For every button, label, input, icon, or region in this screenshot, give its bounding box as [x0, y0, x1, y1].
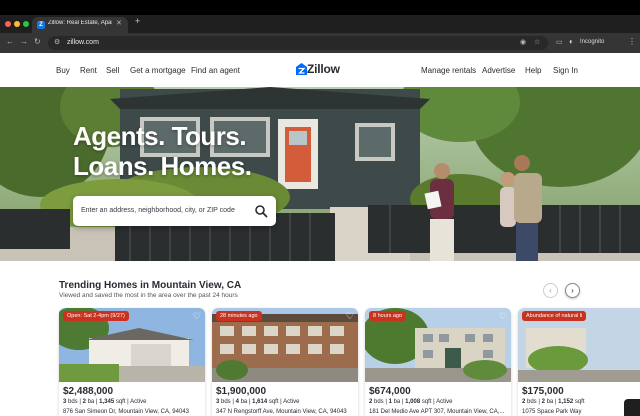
favorite-heart-icon[interactable]: ♡: [346, 311, 354, 322]
listing-address: 876 San Simeon Dr, Mountain View, CA, 94…: [63, 409, 189, 415]
listing-photo[interactable]: Open: Sat 2-4pm (9/27) ♡: [59, 308, 205, 382]
search-icon[interactable]: [254, 204, 268, 218]
back-icon[interactable]: ←: [6, 37, 14, 46]
incognito-icon: ◐: [569, 37, 574, 46]
new-tab-icon[interactable]: +: [135, 16, 140, 26]
listing-facts: 2 bds | 2 ba | 1,152 sqft: [522, 399, 585, 405]
favorite-heart-icon[interactable]: ♡: [499, 311, 507, 322]
zillow-page: Buy Rent Sell Get a mortgage Find an age…: [0, 53, 640, 416]
listing-badge: Open: Sat 2-4pm (9/27): [63, 311, 129, 321]
close-window-button[interactable]: [5, 21, 11, 27]
browser-menu-icon[interactable]: ⋮: [628, 37, 636, 46]
browser-tab-zillow[interactable]: Z Zillow: Real Estate, Apartments ✕: [32, 17, 128, 33]
carousel-prev-button[interactable]: ‹: [543, 283, 558, 298]
nav-manage-rentals[interactable]: Manage rentals: [421, 66, 476, 75]
chat-widget-button[interactable]: [624, 399, 640, 416]
side-panel-icon[interactable]: ▭: [556, 38, 563, 46]
nav-rent[interactable]: Rent: [80, 66, 97, 75]
minimize-window-button[interactable]: [14, 21, 20, 27]
listing-facts: 2 bds | 1 ba | 1,008 sqft | Active: [369, 399, 453, 405]
listing-facts: 3 bds | 2 ba | 1,345 sqft | Active: [63, 399, 147, 405]
listing-price: $1,900,000: [216, 386, 267, 397]
trending-section-subtitle: Viewed and saved the most in the area ov…: [59, 292, 238, 299]
hero-title-line2: Loans. Homes.: [73, 151, 252, 181]
nav-get-a-mortgage[interactable]: Get a mortgage: [130, 66, 186, 75]
url-text: zillow.com: [67, 39, 99, 46]
nav-find-an-agent[interactable]: Find an agent: [191, 66, 240, 75]
listing-price: $674,000: [369, 386, 411, 397]
screen: Z Zillow: Real Estate, Apartments ✕ + ← …: [0, 0, 640, 416]
listing-card[interactable]: 8 hours ago ♡ $674,000 2 bds | 1 ba | 1,…: [365, 308, 511, 416]
site-info-icon[interactable]: ⚙: [54, 38, 60, 46]
listing-card[interactable]: 28 minutes ago ♡ $1,900,000 3 bds | 4 ba…: [212, 308, 358, 416]
maximize-window-button[interactable]: [23, 21, 29, 27]
listing-card[interactable]: Abundance of natural li $175,000 2 bds |…: [518, 308, 640, 416]
carousel-next-button[interactable]: ›: [565, 283, 580, 298]
site-header: Buy Rent Sell Get a mortgage Find an age…: [0, 53, 640, 87]
eye-off-icon[interactable]: ◉: [520, 38, 526, 46]
zillow-logo-icon: [296, 63, 307, 75]
chevron-right-icon: ›: [571, 286, 574, 295]
bookmark-star-icon[interactable]: ☆: [534, 38, 540, 46]
zillow-favicon-icon: Z: [37, 21, 45, 29]
nav-sell[interactable]: Sell: [106, 66, 119, 75]
listing-address: 181 Del Medio Ave APT 307, Mountain View…: [369, 409, 505, 415]
listing-address: 347 N Rengstorff Ave, Mountain View, CA,…: [216, 409, 347, 415]
browser-tab-bar: Z Zillow: Real Estate, Apartments ✕ +: [0, 15, 640, 33]
reload-icon[interactable]: ↻: [34, 37, 41, 46]
forward-icon[interactable]: →: [20, 37, 28, 46]
favorite-heart-icon[interactable]: ♡: [193, 311, 201, 322]
listing-price: $175,000: [522, 386, 564, 397]
listing-photo[interactable]: 8 hours ago ♡: [365, 308, 511, 382]
listing-card[interactable]: Open: Sat 2-4pm (9/27) ♡ $2,488,000 3 bd…: [59, 308, 205, 416]
listing-facts: 3 bds | 4 ba | 1,614 sqft | Active: [216, 399, 300, 405]
browser-toolbar: ← → ↻ ⚙ zillow.com ◉ ☆ ▭ ◐ Incognito ⋮: [0, 33, 640, 53]
os-top-strip: [0, 0, 640, 15]
trending-section-title: Trending Homes in Mountain View, CA: [59, 280, 242, 291]
chevron-left-icon: ‹: [549, 286, 552, 295]
nav-buy[interactable]: Buy: [56, 66, 70, 75]
search-input[interactable]: Enter an address, neighborhood, city, or…: [81, 207, 235, 214]
tab-title: Zillow: Real Estate, Apartments: [48, 20, 112, 26]
listing-badge: 28 minutes ago: [216, 311, 262, 321]
listing-badge: 8 hours ago: [369, 311, 407, 321]
listing-badge: Abundance of natural li: [522, 311, 587, 321]
listing-price: $2,488,000: [63, 386, 114, 397]
nav-advertise[interactable]: Advertise: [482, 66, 515, 75]
nav-sign-in[interactable]: Sign In: [553, 66, 578, 75]
listing-address: 1075 Space Park Way: [522, 409, 582, 415]
hero-banner: Agents. Tours. Loans. Homes. Enter an ad…: [0, 87, 640, 261]
incognito-label: Incognito: [580, 39, 605, 45]
listing-photo[interactable]: 28 minutes ago ♡: [212, 308, 358, 382]
listing-photo[interactable]: Abundance of natural li: [518, 308, 640, 382]
zillow-logo-text: Zillow: [307, 62, 340, 76]
tab-close-icon[interactable]: ✕: [116, 19, 122, 27]
hero-title-line1: Agents. Tours.: [73, 121, 247, 151]
address-bar[interactable]: ⚙ zillow.com ◉ ☆: [48, 36, 548, 50]
hero-search-box[interactable]: Enter an address, neighborhood, city, or…: [73, 196, 276, 226]
nav-help[interactable]: Help: [525, 66, 541, 75]
